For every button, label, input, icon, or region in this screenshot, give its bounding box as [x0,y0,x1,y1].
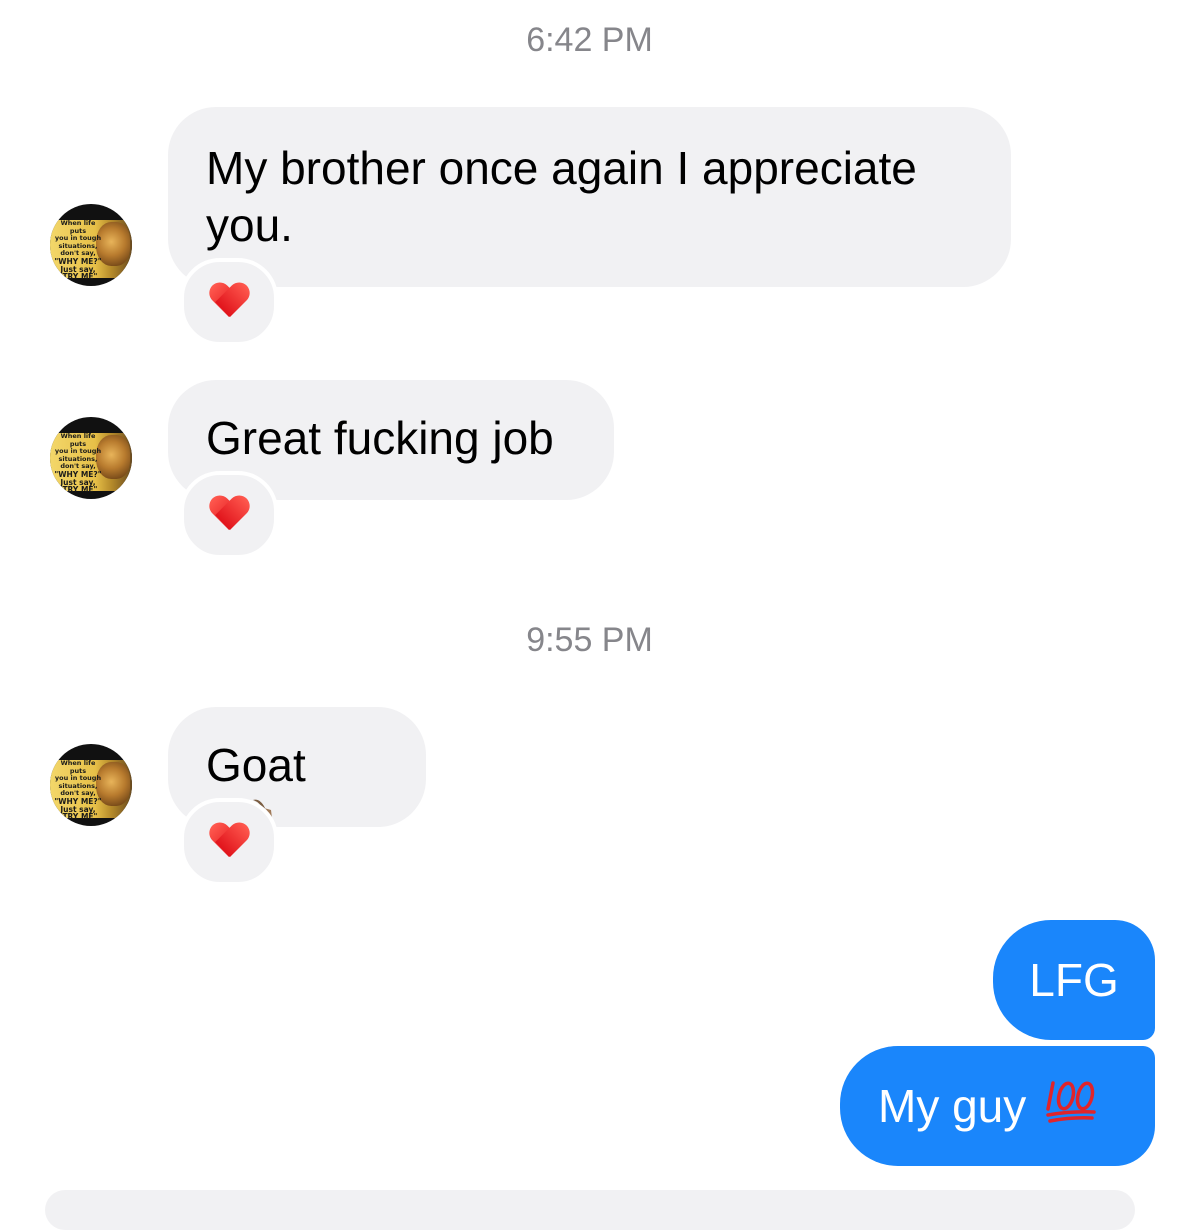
outgoing-message-bubble[interactable]: LFG [993,920,1155,1040]
message-text: LFG [1029,953,1119,1006]
incoming-message-bubble[interactable]: My brother once again I appreciate you. [168,107,1011,287]
message-text: Goat [206,739,306,791]
hundred-points-icon [1044,1075,1100,1138]
avatar-quote: When life puts you in tough situations, … [54,432,102,495]
reaction-badge[interactable] [180,258,278,346]
timestamp: 9:55 PM [526,621,653,659]
message-text: My brother once again I appreciate you. [206,142,917,251]
avatar-quote: When life puts you in tough situations, … [54,759,102,822]
red-heart-icon [209,283,249,321]
contact-avatar[interactable]: When life puts you in tough situations, … [50,417,132,499]
reaction-badge[interactable] [180,798,278,886]
message-input-field[interactable] [45,1190,1135,1230]
contact-avatar[interactable]: When life puts you in tough situations, … [50,744,132,826]
timestamp: 6:42 PM [526,21,653,59]
message-text: My guy [878,1079,1027,1132]
message-text: Great fucking job [206,412,554,464]
reaction-badge[interactable] [180,471,278,559]
avatar-quote: When life puts you in tough situations, … [54,219,102,282]
contact-avatar[interactable]: When life puts you in tough situations, … [50,204,132,286]
red-heart-icon [209,496,249,534]
outgoing-message-bubble[interactable]: My guy [840,1046,1155,1166]
red-heart-icon [209,823,249,861]
